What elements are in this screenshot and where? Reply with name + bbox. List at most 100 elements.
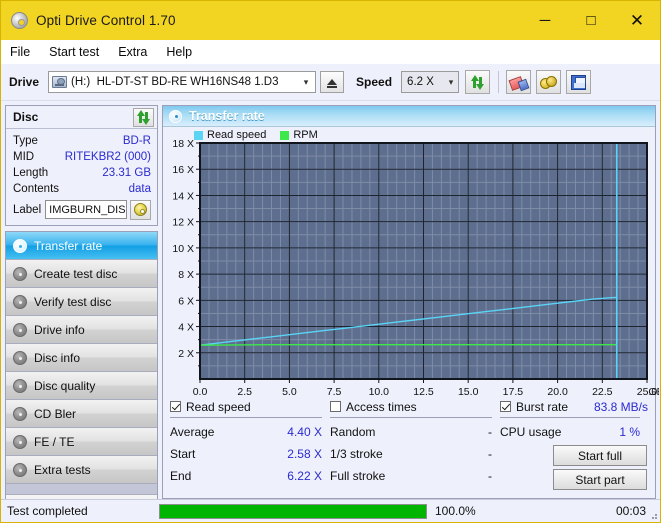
maximize-button[interactable]: □ <box>568 1 614 40</box>
eraser-icon <box>510 76 527 89</box>
result-key: CPU usage <box>500 425 562 439</box>
chart-legend: Read speed RPM <box>194 129 318 141</box>
divider <box>170 417 322 418</box>
menu-bar: File Start test Extra Help <box>1 40 660 64</box>
sidebar-item-create-test-disc[interactable]: Create test disc <box>6 260 157 288</box>
svg-text:16 X: 16 X <box>172 164 194 176</box>
divider <box>500 417 640 418</box>
svg-text:22.5: 22.5 <box>592 386 613 398</box>
speed-select[interactable]: 6.2 X ▾ <box>401 71 460 93</box>
sidebar-item-disc-info[interactable]: Disc info <box>6 344 157 372</box>
svg-text:0.0: 0.0 <box>193 386 208 398</box>
menu-item-extra[interactable]: Extra <box>118 43 157 61</box>
refresh-icon <box>470 74 485 90</box>
start-part-button[interactable]: Start part <box>553 469 647 490</box>
sidebar-item-drive-info[interactable]: Drive info <box>6 316 157 344</box>
sidebar-item-fe-te[interactable]: FE / TE <box>6 428 157 456</box>
svg-text:10 X: 10 X <box>172 243 194 255</box>
result-key: End <box>170 469 192 483</box>
progress-bar-fill <box>160 504 426 518</box>
drive-select[interactable]: (H:) HL-DT-ST BD-RE WH16NS48 1.D3 ▾ <box>48 71 317 93</box>
sidebar-item-label: CD Bler <box>34 406 77 421</box>
toolbar: Drive (H:) HL-DT-ST BD-RE WH16NS48 1.D3 … <box>1 64 660 101</box>
disc-panel-title: Disc <box>13 110 39 124</box>
sidebar-item-cd-bler[interactable]: CD Bler <box>6 400 157 428</box>
result-row-full-stroke: Full stroke - <box>330 465 500 487</box>
sidebar-item-disc-quality[interactable]: Disc quality <box>6 372 157 400</box>
progress-bar <box>159 503 427 519</box>
svg-text:18 X: 18 X <box>172 138 194 150</box>
disc-icon <box>13 406 27 421</box>
minimize-button[interactable]: ─ <box>522 1 568 40</box>
close-button[interactable]: ✕ <box>614 1 660 40</box>
sidebar-item-label: Create test disc <box>34 266 118 281</box>
tools-button[interactable] <box>536 70 562 94</box>
read-speed-checkbox[interactable] <box>170 401 181 412</box>
title-bar: Opti Drive Control 1.70 ─ □ ✕ <box>1 1 660 40</box>
resize-grip-icon[interactable] <box>648 510 658 520</box>
window-title: Opti Drive Control 1.70 <box>36 13 176 28</box>
burst-rate-checkbox[interactable] <box>500 401 511 412</box>
svg-text:2 X: 2 X <box>178 348 194 360</box>
drive-letter: (H:) <box>71 76 91 88</box>
legend-swatch-read-speed <box>194 130 203 140</box>
svg-text:15.0: 15.0 <box>458 386 479 398</box>
disc-row-type: Type BD-R <box>13 133 151 149</box>
results-panel: Read speed Average 4.40 X Start 2.58 X E… <box>163 395 655 498</box>
access-times-checkbox[interactable] <box>330 401 341 412</box>
burst-rate-value: 83.8 MB/s <box>593 399 648 414</box>
sidebar-item-label: Transfer rate <box>34 238 103 253</box>
sidebar-nav: Transfer rate Create test disc Verify te… <box>5 231 158 520</box>
app-window: Opti Drive Control 1.70 ─ □ ✕ File Start… <box>0 0 661 523</box>
page-title: Transfer rate <box>189 109 265 123</box>
speed-value: 6.2 X <box>407 76 434 88</box>
disc-icon <box>13 266 27 281</box>
drive-label: Drive <box>9 75 40 89</box>
access-times-results: Access times Random - 1/3 stroke - Full … <box>330 398 500 493</box>
disc-icon <box>13 322 27 337</box>
drive-model: HL-DT-ST BD-RE WH16NS48 1.D3 <box>96 76 279 88</box>
burst-rate-label: Burst rate <box>516 399 569 414</box>
disc-refresh-button[interactable] <box>133 107 154 127</box>
read-speed-header: Read speed <box>170 398 330 415</box>
window-controls: ─ □ ✕ <box>522 1 660 40</box>
svg-text:7.5: 7.5 <box>327 386 342 398</box>
disc-icon <box>134 203 147 216</box>
disc-label-input[interactable]: IMGBURN_DIS <box>45 200 127 219</box>
main-body: Disc Type BD-R MID RITEKBR2 (000) Length… <box>1 101 660 520</box>
legend-label-read-speed: Read speed <box>207 129 267 141</box>
progress-percent-text: 100.0% <box>435 504 476 518</box>
result-value: 2.58 X <box>287 447 322 461</box>
erase-button[interactable] <box>506 70 532 94</box>
start-full-button[interactable]: Start full <box>553 445 647 466</box>
sidebar-item-transfer-rate[interactable]: Transfer rate <box>6 232 157 260</box>
disc-value: RITEKBR2 (000) <box>64 151 151 163</box>
sidebar-item-label: Verify test disc <box>34 294 112 309</box>
eject-button[interactable] <box>320 71 345 93</box>
result-row-random: Random - <box>330 421 500 443</box>
disc-info-rows: Type BD-R MID RITEKBR2 (000) Length 23.3… <box>6 129 157 225</box>
sidebar-item-extra-tests[interactable]: Extra tests <box>6 456 157 484</box>
chart-canvas: 2 X 4 X 6 X 8 X 10 X 12 X 14 X 16 X 18 X 0.0 2.5 5.… <box>172 138 659 398</box>
refresh-button[interactable] <box>465 70 491 94</box>
menu-item-start-test[interactable]: Start test <box>49 43 109 61</box>
disc-row-mid: MID RITEKBR2 (000) <box>13 149 151 165</box>
disc-row-contents: Contents data <box>13 181 151 197</box>
result-key: Random <box>330 425 376 439</box>
sidebar-filler <box>6 484 157 495</box>
menu-item-help[interactable]: Help <box>166 43 202 61</box>
disc-icon <box>13 294 27 309</box>
result-value: - <box>488 425 492 439</box>
menu-item-file[interactable]: File <box>10 43 40 61</box>
disc-label-button[interactable] <box>130 199 151 220</box>
sidebar-item-verify-test-disc[interactable]: Verify test disc <box>6 288 157 316</box>
floppy-save-icon <box>571 74 587 90</box>
disc-label-key: Label <box>13 203 42 216</box>
left-column: Disc Type BD-R MID RITEKBR2 (000) Length… <box>5 105 158 520</box>
svg-text:20.0: 20.0 <box>547 386 568 398</box>
result-row-cpu-usage: CPU usage 1 % <box>500 421 648 443</box>
disc-key: Contents <box>13 183 60 195</box>
svg-text:17.5: 17.5 <box>503 386 524 398</box>
save-button[interactable] <box>566 70 592 94</box>
right-panel: Transfer rate Read speed RPM 2 X 4 X 6 X 8 … <box>162 105 659 499</box>
